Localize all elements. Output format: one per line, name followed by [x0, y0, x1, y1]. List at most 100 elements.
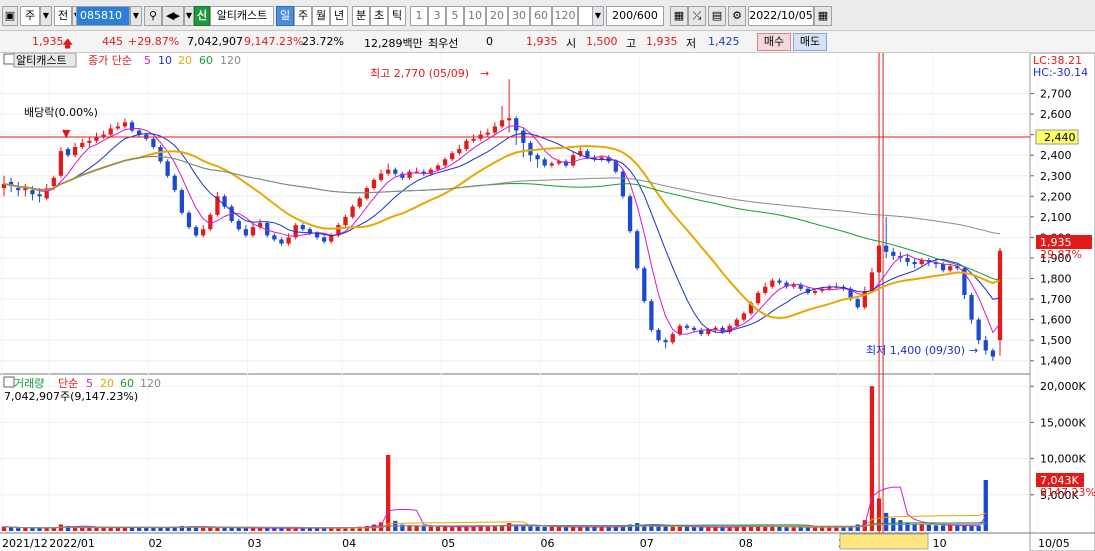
- current-volume-pct: 9147.23%: [1040, 486, 1095, 499]
- volume-bar: [869, 386, 875, 531]
- price-tick-label: 1,500: [1040, 334, 1072, 347]
- period-minute-button[interactable]: 분: [352, 6, 370, 26]
- turnover-pct: 23.72%: [302, 35, 344, 48]
- candle-body: [876, 245, 882, 273]
- interval-5-button[interactable]: 5: [446, 6, 464, 26]
- volume-tick-label: 15,000K: [1040, 416, 1086, 429]
- volume-bar: [151, 527, 156, 531]
- interval-60-button[interactable]: 60: [530, 6, 552, 26]
- candle-body: [364, 188, 369, 199]
- candle-body: [371, 179, 377, 189]
- trend-icon[interactable]: ⤯: [688, 6, 706, 26]
- candle-body: [250, 227, 256, 236]
- buy-button[interactable]: 매수: [757, 33, 791, 51]
- data-count-input[interactable]: 200/600: [606, 6, 664, 26]
- period-day-button[interactable]: 일: [276, 6, 294, 26]
- save-icon[interactable]: ▤: [708, 6, 726, 26]
- volume-bar: [755, 526, 761, 531]
- date-input[interactable]: 2022/10/05: [748, 6, 814, 26]
- search-icon[interactable]: ⚲: [144, 6, 162, 26]
- candle-body: [755, 292, 761, 304]
- speaker-icon[interactable]: ◀▸: [162, 6, 184, 26]
- gear-icon[interactable]: ⚙: [728, 6, 746, 26]
- ma120-legend: 120: [220, 54, 241, 67]
- calendar-icon[interactable]: ▦: [814, 6, 832, 26]
- volume-bar: [521, 525, 526, 531]
- period-second-button[interactable]: 초: [370, 6, 388, 26]
- code-dropdown-icon[interactable]: ▼: [130, 6, 142, 26]
- period-month-button[interactable]: 월: [312, 6, 330, 26]
- volume-bar: [435, 526, 441, 531]
- x-tick-label: 02: [148, 537, 162, 550]
- x-tick-label: 03: [248, 537, 262, 550]
- volume-bar: [208, 527, 213, 531]
- volume-bar: [855, 524, 860, 531]
- volume-bar: [969, 525, 974, 531]
- volume-bar: [265, 528, 270, 531]
- volume-bar: [450, 527, 455, 531]
- low-arrow-icon: →: [969, 344, 978, 357]
- candle-body: [891, 251, 896, 256]
- pref-label: 최우선: [428, 37, 459, 50]
- candle-body: [450, 153, 455, 160]
- change-value: 445: [102, 35, 123, 48]
- up-arrow-icon: 🡅: [62, 37, 74, 50]
- candle-body: [158, 146, 163, 162]
- window-menu-icon[interactable]: ▣: [2, 6, 18, 26]
- candle-body: [528, 142, 533, 156]
- candle-body: [279, 239, 284, 244]
- chevron-down-icon[interactable]: ▼: [40, 6, 52, 26]
- volume-bar: [691, 527, 697, 531]
- volume-bar: [777, 526, 782, 531]
- price-tick-label: 2,200: [1040, 190, 1072, 203]
- chevron-down-icon[interactable]: ▼: [592, 6, 604, 26]
- volume-bar: [713, 527, 718, 531]
- candle-body: [16, 188, 21, 191]
- interval-120-button[interactable]: 120: [552, 6, 578, 26]
- grid-toggle-icon[interactable]: ▦: [670, 6, 688, 26]
- period-type-select[interactable]: 주: [20, 6, 40, 26]
- period-year-button[interactable]: 년: [330, 6, 348, 26]
- high-arrow-icon: →: [480, 67, 489, 80]
- volume-bar: [585, 526, 590, 531]
- candle-body: [179, 190, 184, 213]
- volume-bar: [108, 527, 113, 531]
- stock-chart-svg[interactable]: 2,7002,6002,5002,4002,3002,2002,1002,000…: [0, 52, 1095, 551]
- chart-area[interactable]: 2,7002,6002,5002,4002,3002,2002,1002,000…: [0, 52, 1095, 551]
- price-tick-label: 2,600: [1040, 108, 1072, 121]
- scope-button[interactable]: 전: [54, 6, 72, 26]
- candle-body: [585, 151, 590, 158]
- candle-body: [506, 118, 512, 121]
- period-week-button[interactable]: 주: [294, 6, 312, 26]
- interval-3-button[interactable]: 3: [428, 6, 446, 26]
- volume-bar: [215, 527, 220, 531]
- volume-panel-icon[interactable]: [3, 376, 15, 388]
- candle-body: [990, 350, 996, 357]
- candle-body: [442, 159, 448, 166]
- interval-30-button[interactable]: 30: [508, 6, 530, 26]
- volume-bar: [556, 527, 562, 531]
- volume-bar: [115, 527, 120, 531]
- candle-body: [286, 237, 291, 244]
- period-tick-button[interactable]: 틱: [388, 6, 406, 26]
- candle-body: [407, 171, 412, 178]
- interval-10-button[interactable]: 10: [464, 6, 486, 26]
- change-pct: +29.87%: [128, 35, 180, 48]
- interval-20-button[interactable]: 20: [486, 6, 508, 26]
- volume-bar: [229, 527, 234, 531]
- volume-bar: [30, 528, 35, 531]
- stock-code-input[interactable]: 085810: [76, 6, 130, 26]
- sell-button[interactable]: 매도: [793, 33, 827, 51]
- volume-bar: [812, 527, 818, 531]
- candle-body: [193, 227, 199, 236]
- trade-amount: 12,289백만: [364, 37, 423, 50]
- chevron-down-icon[interactable]: ▼: [184, 6, 194, 26]
- interval-1-button[interactable]: 1: [410, 6, 428, 26]
- volume-bar: [884, 512, 889, 531]
- panel-icon[interactable]: [3, 53, 15, 65]
- period-type-label: 주: [24, 9, 36, 22]
- low-value: 1,425: [708, 35, 740, 48]
- pref-value: 0: [486, 35, 493, 48]
- vma60-legend: 60: [120, 377, 134, 390]
- volume-bar: [16, 528, 21, 531]
